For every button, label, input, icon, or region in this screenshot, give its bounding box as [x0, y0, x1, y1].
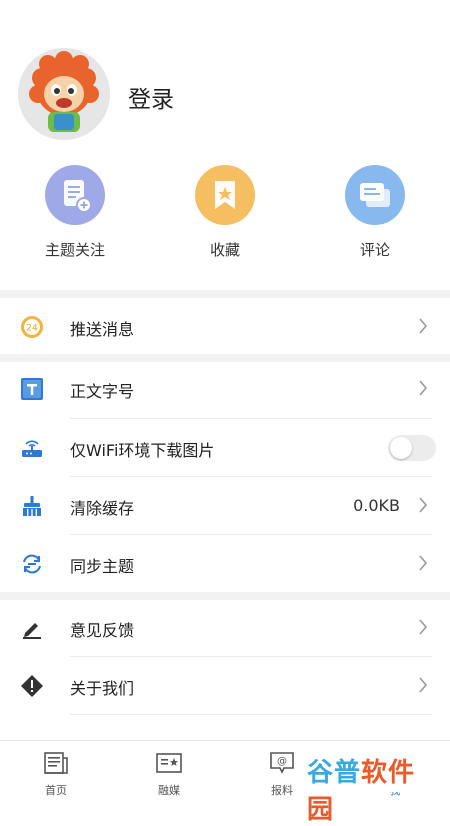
- watermark-part1: 谷普: [307, 758, 362, 788]
- push-badge-icon: 24: [20, 315, 44, 339]
- router-icon: [20, 436, 44, 460]
- sync-icon: [20, 552, 44, 576]
- svg-text:@: @: [277, 756, 287, 767]
- profile-header: 登录 主题关注 收藏 评论: [0, 0, 450, 290]
- tab-home[interactable]: 首页: [11, 741, 101, 801]
- broom-icon: [20, 494, 44, 518]
- menu-row-sync-theme[interactable]: 同步主题: [0, 535, 450, 593]
- chevron-right-icon: [418, 318, 428, 334]
- font-size-label: 正文字号: [70, 382, 135, 401]
- cache-size-value: 0.0KB: [353, 496, 400, 515]
- clear-cache-label: 清除缓存: [70, 499, 135, 518]
- font-size-icon: [20, 377, 44, 401]
- watermark-text: 谷普软件园: [307, 752, 442, 826]
- tab-home-label: 首页: [45, 784, 67, 797]
- chevron-right-icon: [418, 380, 428, 396]
- menu-row-about[interactable]: 关于我们: [0, 657, 450, 715]
- menu-row-wifi-images: 仅WiFi环境下载图片: [0, 419, 450, 477]
- wifi-images-toggle[interactable]: [388, 435, 436, 461]
- wifi-images-label: 仅WiFi环境下载图片: [70, 441, 215, 460]
- row-divider: [70, 714, 432, 715]
- tab-media-label: 融媒: [158, 784, 180, 797]
- toggle-knob: [390, 437, 412, 459]
- topic-follow-icon: [45, 165, 105, 225]
- sync-theme-label: 同步主题: [70, 557, 135, 576]
- report-icon: @: [269, 751, 295, 775]
- menu-row-font-size[interactable]: 正文字号: [0, 360, 450, 418]
- login-label[interactable]: 登录: [128, 80, 174, 114]
- menu-row-clear-cache[interactable]: 清除缓存 0.0KB: [0, 477, 450, 535]
- comment-label: 评论: [359, 241, 390, 259]
- info-diamond-icon: [20, 674, 44, 698]
- lion-avatar-icon: [18, 48, 110, 140]
- news-icon: [43, 751, 69, 775]
- menu-row-feedback[interactable]: 意见反馈: [0, 599, 450, 657]
- comment-icon: [345, 165, 405, 225]
- chevron-right-icon: [418, 677, 428, 693]
- favorite-label: 收藏: [209, 241, 240, 259]
- avatar[interactable]: [18, 48, 110, 140]
- section-separator: [0, 290, 450, 298]
- push-badge-number: 24: [26, 324, 38, 334]
- menu-row-push[interactable]: 24 推送消息: [0, 298, 450, 356]
- watermark-logo: 谷普软件园: [303, 748, 442, 825]
- pencil-icon: [20, 616, 44, 640]
- favorite-button[interactable]: 收藏: [175, 165, 275, 260]
- favorite-icon: [195, 165, 255, 225]
- chevron-right-icon: [418, 497, 428, 513]
- comment-button[interactable]: 评论: [325, 165, 425, 260]
- media-icon: [156, 751, 182, 775]
- push-label: 推送消息: [70, 320, 135, 339]
- about-label: 关于我们: [70, 679, 135, 698]
- feedback-label: 意见反馈: [70, 621, 135, 640]
- chevron-right-icon: [418, 555, 428, 571]
- tab-media[interactable]: 融媒: [124, 741, 214, 801]
- topic-follow-button[interactable]: 主题关注: [25, 165, 125, 260]
- topic-follow-label: 主题关注: [44, 241, 105, 259]
- chevron-right-icon: [418, 619, 428, 635]
